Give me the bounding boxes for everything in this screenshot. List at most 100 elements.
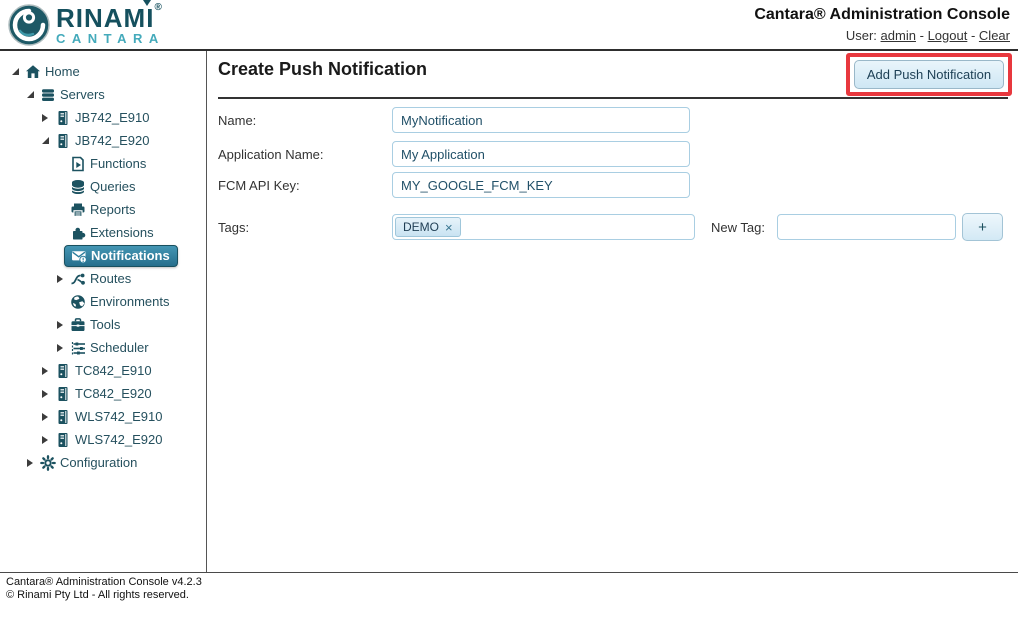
sidebar-item-label: Extensions bbox=[90, 225, 154, 240]
new-tag-input[interactable] bbox=[777, 214, 956, 240]
sidebar-item-label: Reports bbox=[90, 202, 136, 217]
sidebar-item-scheduler[interactable]: Scheduler bbox=[0, 336, 206, 359]
main-content: Create Push Notification Add Push Notifi… bbox=[206, 51, 1018, 572]
tag-chip-demo: DEMO × bbox=[395, 217, 461, 237]
routes-icon bbox=[70, 271, 86, 287]
arrow-spacer bbox=[53, 203, 67, 217]
sidebar-item-extensions[interactable]: Extensions bbox=[0, 221, 206, 244]
sidebar-item-label: WLS742_E910 bbox=[75, 409, 162, 424]
rinami-logo-icon bbox=[8, 4, 50, 46]
server-icon bbox=[55, 133, 71, 149]
sidebar-item-configuration[interactable]: Configuration bbox=[0, 451, 206, 474]
expand-arrow-icon[interactable] bbox=[38, 364, 52, 378]
server-icon bbox=[55, 432, 71, 448]
sidebar-item-jb742-e910[interactable]: JB742_E910 bbox=[0, 106, 206, 129]
sidebar-item-label: Notifications bbox=[91, 248, 170, 263]
functions-icon bbox=[70, 156, 86, 172]
sidebar-item-queries[interactable]: Queries bbox=[0, 175, 206, 198]
brand-triangle-accent bbox=[143, 0, 151, 6]
sidebar-item-label: Queries bbox=[90, 179, 136, 194]
add-tag-button[interactable]: + bbox=[962, 213, 1003, 241]
footer-version: Cantara® Administration Console v4.2.3 bbox=[6, 576, 1018, 589]
sidebar-item-wls742-e920[interactable]: WLS742_E920 bbox=[0, 428, 206, 451]
arrow-spacer bbox=[53, 180, 67, 194]
collapse-arrow-icon[interactable] bbox=[8, 65, 22, 79]
sidebar-item-wls742-e910[interactable]: WLS742_E910 bbox=[0, 405, 206, 428]
arrow-spacer bbox=[53, 157, 67, 171]
name-input[interactable] bbox=[392, 107, 690, 133]
collapse-arrow-icon[interactable] bbox=[23, 88, 37, 102]
clear-link[interactable]: Clear bbox=[979, 28, 1010, 43]
separator: - bbox=[971, 28, 975, 43]
tags-input[interactable]: DEMO × bbox=[392, 214, 695, 240]
server-icon bbox=[55, 409, 71, 425]
server-icon bbox=[55, 363, 71, 379]
title-divider bbox=[218, 97, 1008, 99]
sidebar-item-tc842-e910[interactable]: TC842_E910 bbox=[0, 359, 206, 382]
sidebar-item-label: TC842_E910 bbox=[75, 363, 152, 378]
sidebar-item-notifications[interactable]: Notifications bbox=[0, 244, 206, 267]
sidebar-item-label: Routes bbox=[90, 271, 131, 286]
home-icon bbox=[25, 64, 41, 80]
tag-chip-label: DEMO bbox=[403, 220, 439, 234]
fcm-api-key-input[interactable] bbox=[392, 172, 690, 198]
sidebar-item-functions[interactable]: Functions bbox=[0, 152, 206, 175]
reports-icon bbox=[70, 202, 86, 218]
application-name-label: Application Name: bbox=[218, 147, 324, 162]
sidebar-item-label: WLS742_E920 bbox=[75, 432, 162, 447]
expand-arrow-icon[interactable] bbox=[38, 111, 52, 125]
add-push-notification-button[interactable]: Add Push Notification bbox=[854, 60, 1004, 89]
logout-link[interactable]: Logout bbox=[928, 28, 968, 43]
cantara-admin-console: RINAMI® CANTARA Cantara® Administration … bbox=[0, 0, 1018, 620]
collapse-arrow-icon[interactable] bbox=[38, 134, 52, 148]
brand-name-cantara: CANTARA bbox=[56, 32, 165, 45]
remove-tag-icon[interactable]: × bbox=[445, 221, 453, 234]
sidebar-item-routes[interactable]: Routes bbox=[0, 267, 206, 290]
page-title: Create Push Notification bbox=[218, 59, 427, 80]
sidebar-item-home[interactable]: Home bbox=[0, 60, 206, 83]
servers-icon bbox=[40, 87, 56, 103]
brand-name-rinami: RINAMI® bbox=[56, 5, 165, 31]
selected-item-highlight[interactable]: Notifications bbox=[64, 245, 178, 267]
sidebar-item-label: TC842_E920 bbox=[75, 386, 152, 401]
name-label: Name: bbox=[218, 113, 256, 128]
expand-arrow-icon[interactable] bbox=[53, 341, 67, 355]
notifications-icon bbox=[71, 248, 87, 264]
server-icon bbox=[55, 386, 71, 402]
tags-label: Tags: bbox=[218, 220, 249, 235]
app-header: RINAMI® CANTARA Cantara® Administration … bbox=[0, 0, 1018, 51]
sidebar-item-label: JB742_E920 bbox=[75, 133, 149, 148]
sidebar-item-label: Configuration bbox=[60, 455, 137, 470]
sidebar-item-reports[interactable]: Reports bbox=[0, 198, 206, 221]
sidebar-item-label: Functions bbox=[90, 156, 146, 171]
sidebar-item-servers[interactable]: Servers bbox=[0, 83, 206, 106]
expand-arrow-icon[interactable] bbox=[23, 456, 37, 470]
sidebar-item-environments[interactable]: Environments bbox=[0, 290, 206, 313]
expand-arrow-icon[interactable] bbox=[38, 387, 52, 401]
expand-arrow-icon[interactable] bbox=[53, 318, 67, 332]
user-session-bar: User: admin - Logout - Clear bbox=[754, 28, 1010, 43]
sidebar-item-label: JB742_E910 bbox=[75, 110, 149, 125]
navigation-tree: HomeServers JB742_E910 JB742_E920 Functions… bbox=[0, 51, 206, 572]
sidebar-item-label: Tools bbox=[90, 317, 120, 332]
expand-arrow-icon[interactable] bbox=[38, 433, 52, 447]
expand-arrow-icon[interactable] bbox=[38, 410, 52, 424]
sidebar-item-tc842-e920[interactable]: TC842_E920 bbox=[0, 382, 206, 405]
separator: - bbox=[920, 28, 924, 43]
sidebar-item-jb742-e920[interactable]: JB742_E920 bbox=[0, 129, 206, 152]
console-title: Cantara® Administration Console bbox=[754, 6, 1010, 24]
application-name-input[interactable] bbox=[392, 141, 690, 167]
environments-icon bbox=[70, 294, 86, 310]
brand-logo: RINAMI® CANTARA bbox=[8, 4, 165, 46]
arrow-spacer bbox=[53, 295, 67, 309]
arrow-spacer bbox=[53, 226, 67, 240]
extensions-icon bbox=[70, 225, 86, 241]
user-name-link[interactable]: admin bbox=[881, 28, 916, 43]
server-icon bbox=[55, 110, 71, 126]
sidebar-item-tools[interactable]: Tools bbox=[0, 313, 206, 336]
scheduler-icon bbox=[70, 340, 86, 356]
expand-arrow-icon[interactable] bbox=[53, 272, 67, 286]
configuration-icon bbox=[40, 455, 56, 471]
fcm-api-key-label: FCM API Key: bbox=[218, 178, 300, 193]
queries-icon bbox=[70, 179, 86, 195]
